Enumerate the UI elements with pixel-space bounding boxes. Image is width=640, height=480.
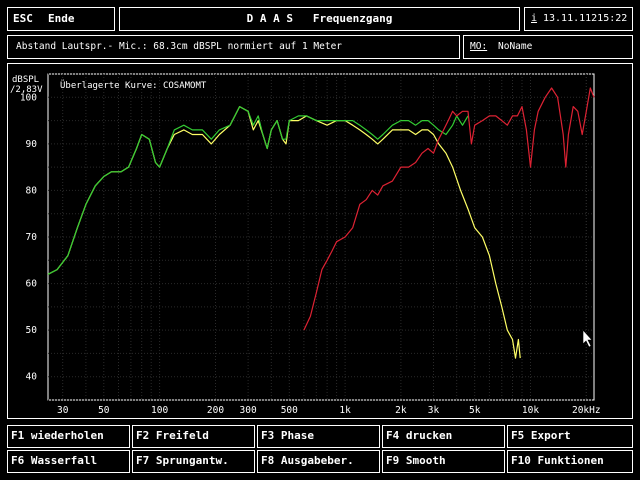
x-tick-labels: 30 50 100 200 300 500 1k 2k 3k 5k 10k 20kHz xyxy=(57,405,601,416)
x-tick-label: 1k xyxy=(339,405,351,416)
f6-button[interactable]: F6 Wasserfall xyxy=(7,450,130,473)
f5-button[interactable]: F5 Export xyxy=(507,425,633,448)
x-tick-label: 20kHz xyxy=(572,405,601,416)
x-tick-label: 10k xyxy=(522,405,539,416)
frequency-response-chart: 40 50 60 70 80 90 100 30 50 100 200 300 500 1k 2k 3k 5k… xyxy=(10,73,601,416)
f7-button[interactable]: F7 Sprungantw. xyxy=(132,450,255,473)
y-axis-label: dBSPL xyxy=(12,75,39,85)
y-tick-label: 70 xyxy=(26,232,38,243)
y-tick-label: 50 xyxy=(26,325,38,336)
overlay-annotation: Überlagerte Kurve: COSAMOMT xyxy=(60,80,207,91)
y-tick-labels: 405060708090100 xyxy=(20,92,37,382)
x-tick-label: 50 xyxy=(98,405,110,416)
x-tick-label: 3k xyxy=(428,405,440,416)
x-tick-label: 100 xyxy=(151,405,168,416)
f2-button[interactable]: F2 Freifeld xyxy=(132,425,255,448)
x-tick-label: 300 xyxy=(240,405,257,416)
f1-button[interactable]: F1 wiederholen xyxy=(7,425,130,448)
x-tick-label: 500 xyxy=(281,405,298,416)
f10-button[interactable]: F10 Funktionen xyxy=(507,450,633,473)
f4-button[interactable]: F4 drucken xyxy=(382,425,505,448)
y-axis-sublabel: /2,83V xyxy=(10,85,43,95)
x-tick-label: 30 xyxy=(57,405,69,416)
y-tick-label: 40 xyxy=(26,372,38,383)
y-tick-label: 90 xyxy=(26,139,38,150)
f9-button[interactable]: F9 Smooth xyxy=(382,450,505,473)
f3-button[interactable]: F3 Phase xyxy=(257,425,380,448)
series-line-3 xyxy=(303,87,595,331)
y-tick-label: 60 xyxy=(26,279,38,290)
y-tick-label: 80 xyxy=(26,185,38,196)
x-tick-label: 5k xyxy=(469,405,481,416)
x-tick-label: 200 xyxy=(207,405,224,416)
f8-button[interactable]: F8 Ausgabeber. xyxy=(257,450,380,473)
mouse-cursor-icon xyxy=(582,329,593,348)
x-tick-label: 2k xyxy=(395,405,407,416)
